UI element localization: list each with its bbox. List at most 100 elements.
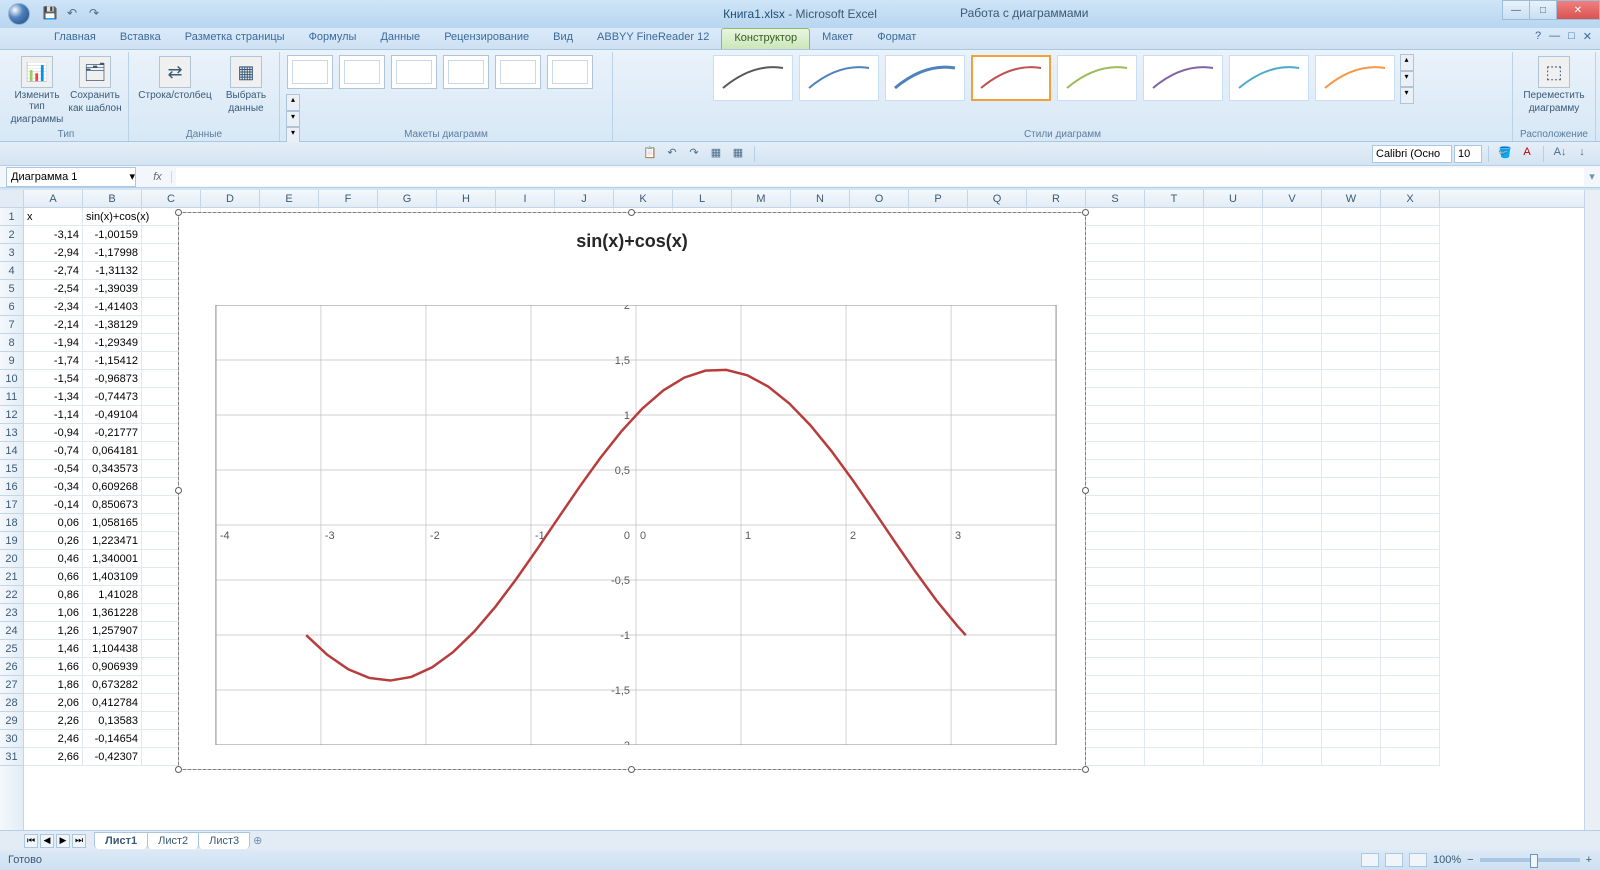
resize-handle[interactable] bbox=[175, 766, 182, 773]
sort-asc-icon[interactable]: A↓ bbox=[1550, 145, 1570, 163]
view-pagebreak-button[interactable] bbox=[1409, 853, 1427, 867]
cell[interactable]: -2,14 bbox=[24, 316, 83, 334]
row-header[interactable]: 11 bbox=[0, 388, 23, 406]
cell[interactable]: -0,49104 bbox=[83, 406, 142, 424]
cell[interactable]: x bbox=[24, 208, 83, 226]
chart-style-option[interactable] bbox=[1229, 55, 1309, 101]
plot-area[interactable]: -4-3-2-101234-2-1,5-1-0,50,511,520 bbox=[215, 305, 1057, 745]
first-sheet-icon[interactable]: ⏮ bbox=[24, 834, 38, 848]
chart-layout-option[interactable] bbox=[339, 55, 385, 89]
row-header[interactable]: 31 bbox=[0, 748, 23, 766]
cell[interactable]: 1,66 bbox=[24, 658, 83, 676]
column-header[interactable]: B bbox=[83, 190, 142, 207]
cell[interactable]: 0,06 bbox=[24, 514, 83, 532]
cell[interactable]: -1,38129 bbox=[83, 316, 142, 334]
row-header[interactable]: 6 bbox=[0, 298, 23, 316]
cell[interactable]: 1,104438 bbox=[83, 640, 142, 658]
row-header[interactable]: 30 bbox=[0, 730, 23, 748]
row-header[interactable]: 21 bbox=[0, 568, 23, 586]
row-header[interactable]: 17 bbox=[0, 496, 23, 514]
row-header[interactable]: 22 bbox=[0, 586, 23, 604]
chart-style-option[interactable] bbox=[1057, 55, 1137, 101]
row-header[interactable]: 23 bbox=[0, 604, 23, 622]
zoom-in-button[interactable]: + bbox=[1586, 854, 1592, 866]
cell[interactable]: -0,74 bbox=[24, 442, 83, 460]
cell[interactable]: -2,74 bbox=[24, 262, 83, 280]
resize-handle[interactable] bbox=[175, 209, 182, 216]
row-header[interactable]: 16 bbox=[0, 478, 23, 496]
tab-design[interactable]: Конструктор bbox=[721, 28, 810, 49]
column-header[interactable]: K bbox=[614, 190, 673, 207]
cell[interactable]: -1,15412 bbox=[83, 352, 142, 370]
row-header[interactable]: 8 bbox=[0, 334, 23, 352]
select-all-button[interactable] bbox=[0, 190, 24, 208]
help-icon[interactable]: ? bbox=[1535, 30, 1541, 43]
embedded-chart[interactable]: sin(x)+cos(x) -4-3-2-101234-2-1,5-1-0,50… bbox=[178, 212, 1086, 770]
minimize-button[interactable]: — bbox=[1502, 0, 1530, 20]
cell[interactable]: -0,21777 bbox=[83, 424, 142, 442]
cell[interactable]: -2,34 bbox=[24, 298, 83, 316]
font-color-icon[interactable]: A bbox=[1517, 145, 1537, 163]
chart-style-option[interactable] bbox=[713, 55, 793, 101]
move-chart-button[interactable]: ⬚ Переместить диаграмму bbox=[1519, 54, 1589, 114]
cell[interactable]: -1,54 bbox=[24, 370, 83, 388]
row-header[interactable]: 27 bbox=[0, 676, 23, 694]
maximize-button[interactable]: □ bbox=[1529, 0, 1557, 20]
cell[interactable]: 0,13583 bbox=[83, 712, 142, 730]
resize-handle[interactable] bbox=[1082, 209, 1089, 216]
row-header[interactable]: 14 bbox=[0, 442, 23, 460]
tab-home[interactable]: Главная bbox=[42, 28, 108, 49]
fill-color-icon[interactable]: 🪣 bbox=[1495, 145, 1515, 163]
cell[interactable]: 2,06 bbox=[24, 694, 83, 712]
column-header[interactable]: A bbox=[24, 190, 83, 207]
cell[interactable]: -1,94 bbox=[24, 334, 83, 352]
cell[interactable]: 1,223471 bbox=[83, 532, 142, 550]
select-data-button[interactable]: ▦ Выбрать данные bbox=[219, 54, 273, 114]
chart-style-option[interactable] bbox=[1315, 55, 1395, 101]
undo-icon[interactable]: ↶ bbox=[662, 145, 682, 163]
column-header[interactable]: E bbox=[260, 190, 319, 207]
column-header[interactable]: N bbox=[791, 190, 850, 207]
row-header[interactable]: 12 bbox=[0, 406, 23, 424]
row-header[interactable]: 5 bbox=[0, 280, 23, 298]
sheet-nav-buttons[interactable]: ⏮ ◀ ▶ ⏭ bbox=[24, 834, 86, 848]
column-header[interactable]: U bbox=[1204, 190, 1263, 207]
cell[interactable]: 0,906939 bbox=[83, 658, 142, 676]
column-header[interactable]: O bbox=[850, 190, 909, 207]
row-header[interactable]: 20 bbox=[0, 550, 23, 568]
redo-icon[interactable]: ↷ bbox=[684, 145, 704, 163]
cell[interactable]: -1,29349 bbox=[83, 334, 142, 352]
tab-abbyy[interactable]: ABBYY FineReader 12 bbox=[585, 28, 721, 49]
cell[interactable]: 0,26 bbox=[24, 532, 83, 550]
cell[interactable]: 1,26 bbox=[24, 622, 83, 640]
cell[interactable]: sin(x)+cos(x) bbox=[83, 208, 142, 226]
tab-review[interactable]: Рецензирование bbox=[432, 28, 541, 49]
row-header[interactable]: 25 bbox=[0, 640, 23, 658]
cell[interactable]: -1,14 bbox=[24, 406, 83, 424]
cell[interactable]: -1,74 bbox=[24, 352, 83, 370]
column-header[interactable]: T bbox=[1145, 190, 1204, 207]
cell[interactable]: -3,14 bbox=[24, 226, 83, 244]
cell[interactable]: -0,54 bbox=[24, 460, 83, 478]
cell[interactable]: -0,14654 bbox=[83, 730, 142, 748]
cell[interactable]: -2,54 bbox=[24, 280, 83, 298]
chevron-down-icon[interactable]: ▾ bbox=[129, 170, 135, 183]
sort-desc-icon[interactable]: ↓ bbox=[1572, 145, 1592, 163]
clipboard-icon[interactable]: 📋 bbox=[640, 145, 660, 163]
cell[interactable]: 1,340001 bbox=[83, 550, 142, 568]
chart-style-option-selected[interactable] bbox=[971, 55, 1051, 101]
row-header[interactable]: 19 bbox=[0, 532, 23, 550]
column-header[interactable]: F bbox=[319, 190, 378, 207]
tab-data[interactable]: Данные bbox=[368, 28, 432, 49]
cell[interactable]: 1,46 bbox=[24, 640, 83, 658]
column-header[interactable]: Q bbox=[968, 190, 1027, 207]
sheet-tab[interactable]: Лист3 bbox=[198, 832, 250, 849]
cell[interactable]: -1,31132 bbox=[83, 262, 142, 280]
next-sheet-icon[interactable]: ▶ bbox=[56, 834, 70, 848]
column-header[interactable]: C bbox=[142, 190, 201, 207]
font-name-input[interactable] bbox=[1372, 145, 1452, 163]
column-headers[interactable]: ABCDEFGHIJKLMNOPQRSTUVWX bbox=[24, 190, 1584, 208]
cell[interactable]: 1,403109 bbox=[83, 568, 142, 586]
column-header[interactable]: G bbox=[378, 190, 437, 207]
cell[interactable]: 1,361228 bbox=[83, 604, 142, 622]
